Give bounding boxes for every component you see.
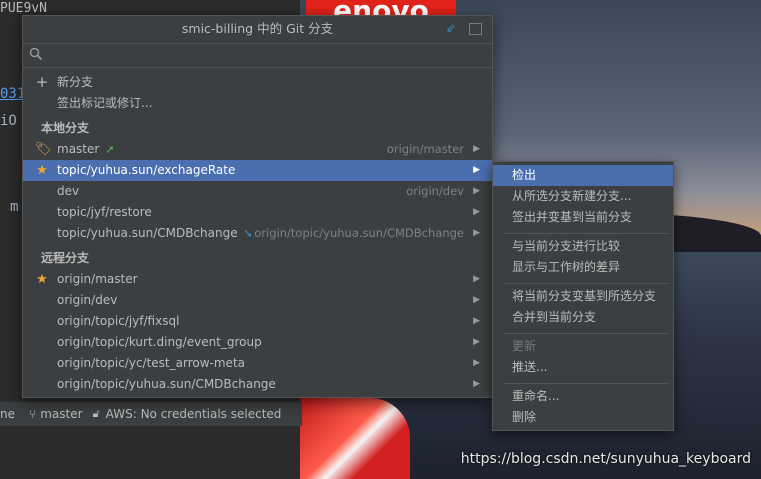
ide-code-fragment: m [10,199,19,215]
watermark: https://blog.csdn.net/sunyuhua_keyboard [460,451,751,467]
remote-branch-item[interactable]: origin/topic/kurt.ding/event_group ▶ [23,332,492,353]
new-branch-action[interactable]: + 新分支 [23,72,492,93]
action-label: 新分支 [57,75,94,89]
star-icon: ★ [36,272,48,287]
action-label: 签出标记或修订... [57,96,153,110]
menu-item-rebase-onto-selected[interactable]: 将当前分支变基到所选分支 [493,286,673,307]
menu-item-checkout-and-rebase[interactable]: 签出并变基到当前分支 [493,207,673,228]
wallpaper-ribbon [300,398,410,479]
chevron-right-icon: ▶ [473,207,480,217]
search-icon [29,47,43,61]
git-branch-icon: ⑂ [29,407,37,421]
checkout-tag-action[interactable]: 签出标记或修订... [23,93,492,114]
chevron-right-icon: ▶ [473,228,480,238]
chevron-right-icon: ▶ [473,274,480,284]
remote-branch-item[interactable]: origin/topic/jyf/fixsql ▶ [23,311,492,332]
git-branches-popup: smic-billing 中的 Git 分支 ⇙ + 新分支 签出标记或修订..… [22,15,493,398]
star-icon: ★ [36,163,48,178]
branch-label-wrap: topic/yuhua.sun/CMDBchange ➘ [57,223,253,244]
chevron-right-icon: ▶ [473,358,480,368]
branch-label: origin/topic/yc/test_arrow-meta [57,356,245,370]
remote-branches-header: 远程分支 [23,248,492,269]
branch-label: topic/yuhua.sun/exchageRate [57,163,236,177]
local-branch-item[interactable]: ★ topic/yuhua.sun/exchageRate ▶ [23,160,492,181]
chevron-right-icon: ▶ [473,165,480,175]
menu-item-compare[interactable]: 与当前分支进行比较 [493,236,673,257]
git-branch-widget[interactable]: ⑂ master [29,407,83,421]
branch-label: topic/jyf/restore [57,205,152,219]
tracking-branch: origin/master [386,142,464,156]
plus-icon: + [35,73,49,91]
menu-separator [503,333,669,334]
branch-label: master [57,142,100,156]
status-branch-label: master [40,407,83,421]
expand-icon[interactable] [469,23,482,35]
chevron-right-icon: ▶ [473,144,480,154]
menu-separator [503,383,669,384]
branch-context-menu: 检出 从所选分支新建分支... 签出并变基到当前分支 与当前分支进行比较 显示与… [492,161,674,431]
tag-icon: 🏷︎ [35,142,52,157]
local-branch-item[interactable]: dev origin/dev ▶ [23,181,492,202]
local-branch-item[interactable]: topic/yuhua.sun/CMDBchange ➘ origin/topic… [23,223,492,244]
chevron-right-icon: ▶ [473,337,480,347]
branch-label: dev [57,184,80,198]
branch-label: origin/master [57,272,138,286]
search-input[interactable] [49,46,483,66]
chevron-right-icon: ▶ [473,186,480,196]
pin-icon[interactable]: ⇙ [444,21,458,35]
branch-label: origin/topic/kurt.ding/event_group [57,335,262,349]
menu-item-merge[interactable]: 合并到当前分支 [493,307,673,328]
local-branch-item[interactable]: 🏷︎ master ➚ origin/master ▶ [23,139,492,160]
branch-label: origin/topic/jyf/fixsql [57,314,180,328]
menu-item-push[interactable]: 推送... [493,357,673,378]
remote-branch-item[interactable]: origin/topic/yc/test_arrow-meta ▶ [23,353,492,374]
menu-item-delete[interactable]: 删除 [493,407,673,428]
branch-label: origin/dev [57,293,118,307]
branch-label: origin/topic/yuhua.sun/CMDBchange [57,377,276,391]
branch-label: topic/yuhua.sun/CMDBchange [57,226,238,240]
lock-icon[interactable]: 🔓︎ [93,407,100,421]
ide-tab-fragment: PUE9vN [0,1,47,16]
menu-separator [503,283,669,284]
tracking-branch: origin/topic/yuhua.sun/CMDBchange [254,226,464,240]
tracking-branch: origin/dev [406,184,464,198]
remote-branch-item[interactable]: origin/topic/yuhua.sun/CMDBchange ▶ [23,374,492,395]
menu-item-new-branch-from-selected[interactable]: 从所选分支新建分支... [493,186,673,207]
remote-branch-item[interactable]: origin/dev ▶ [23,290,492,311]
aws-status[interactable]: AWS: No credentials selected [106,407,282,421]
remote-branch-item[interactable]: ★ origin/master ▶ [23,269,492,290]
status-left-fragment: ne [0,407,15,421]
ide-code-fragment: iO [0,113,17,129]
chevron-right-icon: ▶ [473,295,480,305]
menu-item-show-diff[interactable]: 显示与工作树的差异 [493,257,673,278]
branch-label-wrap: master ➚ [57,139,115,160]
local-branch-item[interactable]: topic/jyf/restore ▶ [23,202,492,223]
local-branches-header: 本地分支 [23,118,492,139]
menu-separator [503,233,669,234]
chevron-right-icon: ▶ [473,379,480,389]
menu-item-update[interactable]: 更新 [493,336,673,357]
popup-title: smic-billing 中的 Git 分支 [181,21,334,36]
section-label: 本地分支 [41,121,90,135]
menu-item-rename[interactable]: 重命名... [493,386,673,407]
section-label: 远程分支 [41,251,90,265]
chevron-right-icon: ▶ [473,316,480,326]
down-arrow-icon: ➘ [243,227,253,240]
ide-status-bar: ne ⑂ master 🔓︎ AWS: No credentials selec… [0,401,302,426]
menu-item-checkout[interactable]: 检出 [493,165,673,186]
search-bar [23,43,492,68]
up-arrow-icon: ➚ [105,143,115,156]
